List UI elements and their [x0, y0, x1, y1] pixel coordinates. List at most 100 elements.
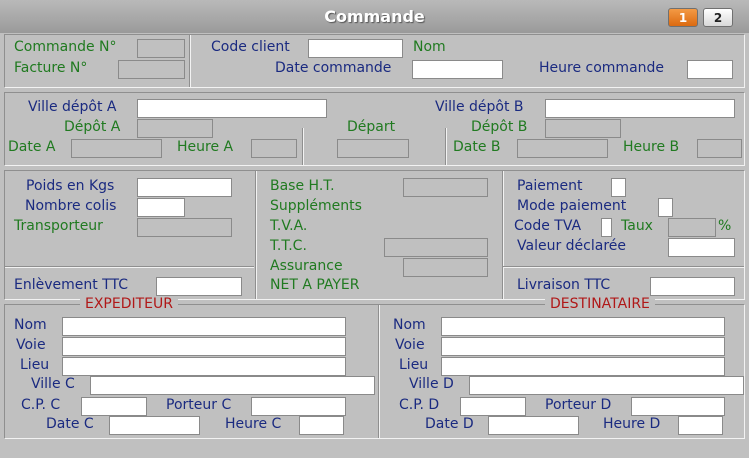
expediteur-heure-input[interactable] [299, 416, 344, 435]
expediteur-voie-label: Voie [16, 337, 46, 353]
destinataire-cp-input[interactable] [460, 397, 526, 416]
divider [5, 266, 254, 268]
heure-commande-input[interactable] [687, 60, 733, 79]
valeur-declaree-label: Valeur déclarée [517, 238, 626, 254]
expediteur-lieu-label: Lieu [20, 357, 50, 373]
ville-depot-a-label: Ville dépôt A [28, 99, 117, 115]
valeur-declaree-input[interactable] [668, 238, 735, 257]
ttc-field [384, 238, 488, 257]
percent-label: % [718, 218, 732, 234]
expediteur-cp-input[interactable] [81, 397, 147, 416]
nombre-colis-input[interactable] [137, 198, 185, 217]
depart-label: Départ [347, 119, 396, 135]
page-1-button[interactable]: 1 [668, 8, 698, 27]
tva-label: T.V.A. [270, 218, 308, 234]
destinataire-ville-label: Ville D [409, 376, 454, 392]
code-client-input[interactable] [308, 39, 403, 58]
divider [189, 35, 191, 87]
destinataire-date-label: Date D [425, 416, 474, 432]
divider [255, 171, 257, 299]
date-a-field [71, 139, 162, 158]
heure-b-label: Heure B [623, 139, 680, 155]
commande-no-label: Commande N° [14, 39, 117, 55]
depot-a-field [137, 119, 213, 138]
date-a-label: Date A [8, 139, 56, 155]
ttc-label: T.T.C. [270, 238, 307, 254]
supplements-label: Suppléments [270, 198, 362, 214]
destinataire-lieu-input[interactable] [441, 357, 725, 376]
mode-paiement-input[interactable] [658, 198, 673, 217]
facture-no-field [118, 60, 185, 79]
nombre-colis-label: Nombre colis [25, 198, 117, 214]
expediteur-cp-label: C.P. C [21, 397, 61, 413]
destinataire-cp-label: C.P. D [399, 397, 440, 413]
expediteur-heure-label: Heure C [225, 416, 282, 432]
assurance-field [403, 258, 488, 277]
divider [503, 266, 744, 268]
destinataire-heure-label: Heure D [603, 416, 661, 432]
destinataire-porteur-input[interactable] [631, 397, 725, 416]
livraison-ttc-label: Livraison TTC [517, 277, 611, 293]
base-ht-label: Base H.T. [270, 178, 335, 194]
transporteur-label: Transporteur [14, 218, 103, 234]
commande-no-field [137, 39, 185, 58]
enlevement-ttc-input[interactable] [156, 277, 242, 296]
expediteur-nom-input[interactable] [62, 317, 346, 336]
heure-a-field [251, 139, 297, 158]
commande-window: Commande 1 2 Commande N° Facture N° Code… [0, 0, 749, 458]
ville-depot-b-input[interactable] [545, 99, 735, 118]
heure-b-field [697, 139, 742, 158]
destinataire-heure-input[interactable] [678, 416, 723, 435]
title-bar[interactable]: Commande 1 2 [0, 0, 749, 33]
depot-b-label: Dépôt B [471, 119, 528, 135]
depot-b-field [545, 119, 621, 138]
transporteur-field [137, 218, 232, 237]
paiement-input[interactable] [611, 178, 626, 197]
destinataire-nom-input[interactable] [441, 317, 725, 336]
code-tva-input[interactable] [601, 218, 612, 237]
poids-input[interactable] [137, 178, 232, 197]
taux-label: Taux [621, 218, 653, 234]
poids-label: Poids en Kgs [26, 178, 115, 194]
date-commande-label: Date commande [275, 60, 392, 76]
expediteur-nom-label: Nom [14, 317, 47, 333]
nom-client-label: Nom [413, 39, 446, 55]
ville-depot-a-input[interactable] [137, 99, 327, 118]
divider [502, 171, 504, 299]
mode-paiement-label: Mode paiement [517, 198, 627, 214]
date-b-label: Date B [453, 139, 501, 155]
date-commande-input[interactable] [412, 60, 503, 79]
expediteur-date-label: Date C [46, 416, 94, 432]
divider [302, 128, 304, 165]
destinataire-date-input[interactable] [488, 416, 579, 435]
expediteur-ville-label: Ville C [31, 376, 75, 392]
expediteur-date-input[interactable] [109, 416, 200, 435]
destinataire-voie-label: Voie [395, 337, 425, 353]
divider [378, 305, 380, 438]
destinataire-porteur-label: Porteur D [545, 397, 612, 413]
expediteur-lieu-input[interactable] [62, 357, 346, 376]
divider [445, 128, 447, 165]
assurance-label: Assurance [270, 258, 343, 274]
destinataire-voie-input[interactable] [441, 337, 725, 356]
base-ht-field [403, 178, 488, 197]
code-tva-label: Code TVA [514, 218, 582, 234]
depot-a-label: Dépôt A [64, 119, 121, 135]
destinataire-nom-label: Nom [393, 317, 426, 333]
ville-depot-b-label: Ville dépôt B [435, 99, 524, 115]
depart-field [337, 139, 409, 158]
destinataire-ville-input[interactable] [469, 376, 744, 395]
livraison-ttc-input[interactable] [650, 277, 735, 296]
expediteur-ville-input[interactable] [90, 376, 375, 395]
code-client-label: Code client [211, 39, 290, 55]
expediteur-porteur-input[interactable] [251, 397, 346, 416]
destinataire-title: DESTINATAIRE [545, 296, 655, 313]
net-a-payer-label: NET A PAYER [270, 277, 360, 293]
taux-field [668, 218, 716, 237]
expediteur-voie-input[interactable] [62, 337, 346, 356]
facture-no-label: Facture N° [14, 60, 88, 76]
expediteur-porteur-label: Porteur C [166, 397, 232, 413]
enlevement-ttc-label: Enlèvement TTC [14, 277, 128, 293]
page-2-button[interactable]: 2 [703, 8, 733, 27]
heure-commande-label: Heure commande [539, 60, 665, 76]
